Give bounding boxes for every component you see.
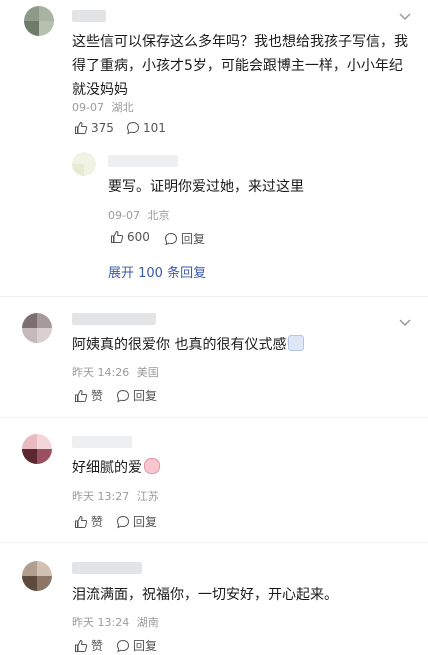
like-button[interactable]: 赞 [74, 387, 103, 404]
comment-time: 09-07 [108, 209, 140, 222]
reply-label: 回复 [133, 389, 158, 403]
username-blurred[interactable] [72, 562, 142, 574]
reply-text: 要写。证明你爱过她，来过这里 [108, 179, 304, 195]
comment-time: 昨天 13:27 [72, 490, 130, 503]
expand-replies-link[interactable]: 展开 100 条回复 [108, 262, 206, 281]
more-options-icon[interactable] [394, 316, 416, 330]
comment-location: 美国 [136, 366, 159, 379]
pray-hands-emoji [288, 335, 305, 351]
comment-meta: 昨天 13:27 江苏 [72, 488, 159, 504]
reply-button[interactable]: 101 [126, 121, 166, 135]
reply-label: 回复 [133, 639, 158, 653]
like-button[interactable]: 赞 [74, 637, 103, 654]
comment-bubble-icon [116, 389, 130, 402]
comment-text-body: 阿姨真的很爱你 也真的很有仪式感 [72, 337, 287, 353]
reply-button[interactable]: 回复 [116, 513, 157, 530]
thumb-up-icon [111, 230, 124, 243]
avatar[interactable] [22, 561, 52, 591]
comment-text: 阿姨真的很爱你 也真的很有仪式感 [72, 333, 305, 357]
thumb-up-icon [75, 515, 88, 528]
comment-bubble-icon [126, 121, 140, 135]
comment-bubble-icon [116, 515, 130, 528]
comment-meta: 09-07 北京 [108, 207, 169, 223]
comment-location: 湖南 [136, 616, 159, 629]
comment-meta: 09-07 湖北 [72, 99, 133, 115]
avatar[interactable] [72, 152, 96, 176]
avatar[interactable] [24, 6, 54, 36]
username-blurred[interactable] [108, 155, 178, 167]
comment-location: 北京 [147, 209, 170, 222]
reply-label: 回复 [181, 232, 206, 246]
comment-time: 09-07 [72, 101, 104, 114]
comment-bubble-icon [116, 639, 130, 652]
comment-meta: 昨天 14:26 美国 [72, 364, 159, 380]
reply-count: 101 [143, 121, 166, 135]
username-blurred[interactable] [72, 436, 132, 448]
comment-text: 泪流满面，祝福你，一切安好，开心起来。 [72, 587, 338, 603]
like-label: 赞 [91, 639, 104, 653]
reply-button[interactable]: 回复 [116, 637, 157, 654]
divider [0, 417, 428, 418]
thumb-up-icon [75, 639, 88, 652]
like-count: 600 [127, 230, 150, 244]
comment-location: 湖北 [111, 101, 134, 114]
divider [0, 296, 428, 297]
like-button[interactable]: 赞 [74, 513, 103, 530]
like-button[interactable]: 600 [110, 230, 150, 244]
username-blurred[interactable] [72, 10, 106, 22]
like-button[interactable]: 375 [74, 121, 114, 135]
more-options-icon[interactable] [394, 10, 416, 24]
comment-text: 好细腻的爱 [72, 456, 160, 480]
thumb-up-icon [75, 121, 88, 134]
comment-bubble-icon [164, 232, 178, 245]
comment-text-body: 好细腻的爱 [72, 460, 142, 476]
like-label: 赞 [91, 515, 104, 529]
reply-button[interactable]: 回复 [116, 387, 157, 404]
reply-button[interactable]: 回复 [164, 230, 205, 247]
pig-face-emoji [144, 458, 160, 474]
divider [0, 542, 428, 543]
comment-time: 昨天 14:26 [72, 366, 130, 379]
like-count: 375 [91, 121, 114, 135]
avatar[interactable] [22, 313, 52, 343]
comment-location: 江苏 [136, 490, 159, 503]
avatar[interactable] [22, 434, 52, 464]
comment-text: 这些信可以保存这么多年吗？我也想给我孩子写信，我 [72, 34, 408, 50]
comment-text: 得了重病，小孩才5岁，可能会跟博主一样，小小年纪 [72, 58, 403, 74]
like-label: 赞 [91, 389, 104, 403]
reply-label: 回复 [133, 515, 158, 529]
comment-time: 昨天 13:24 [72, 616, 130, 629]
comment-meta: 昨天 13:24 湖南 [72, 614, 159, 630]
thumb-up-icon [75, 389, 88, 402]
username-blurred[interactable] [72, 313, 156, 325]
